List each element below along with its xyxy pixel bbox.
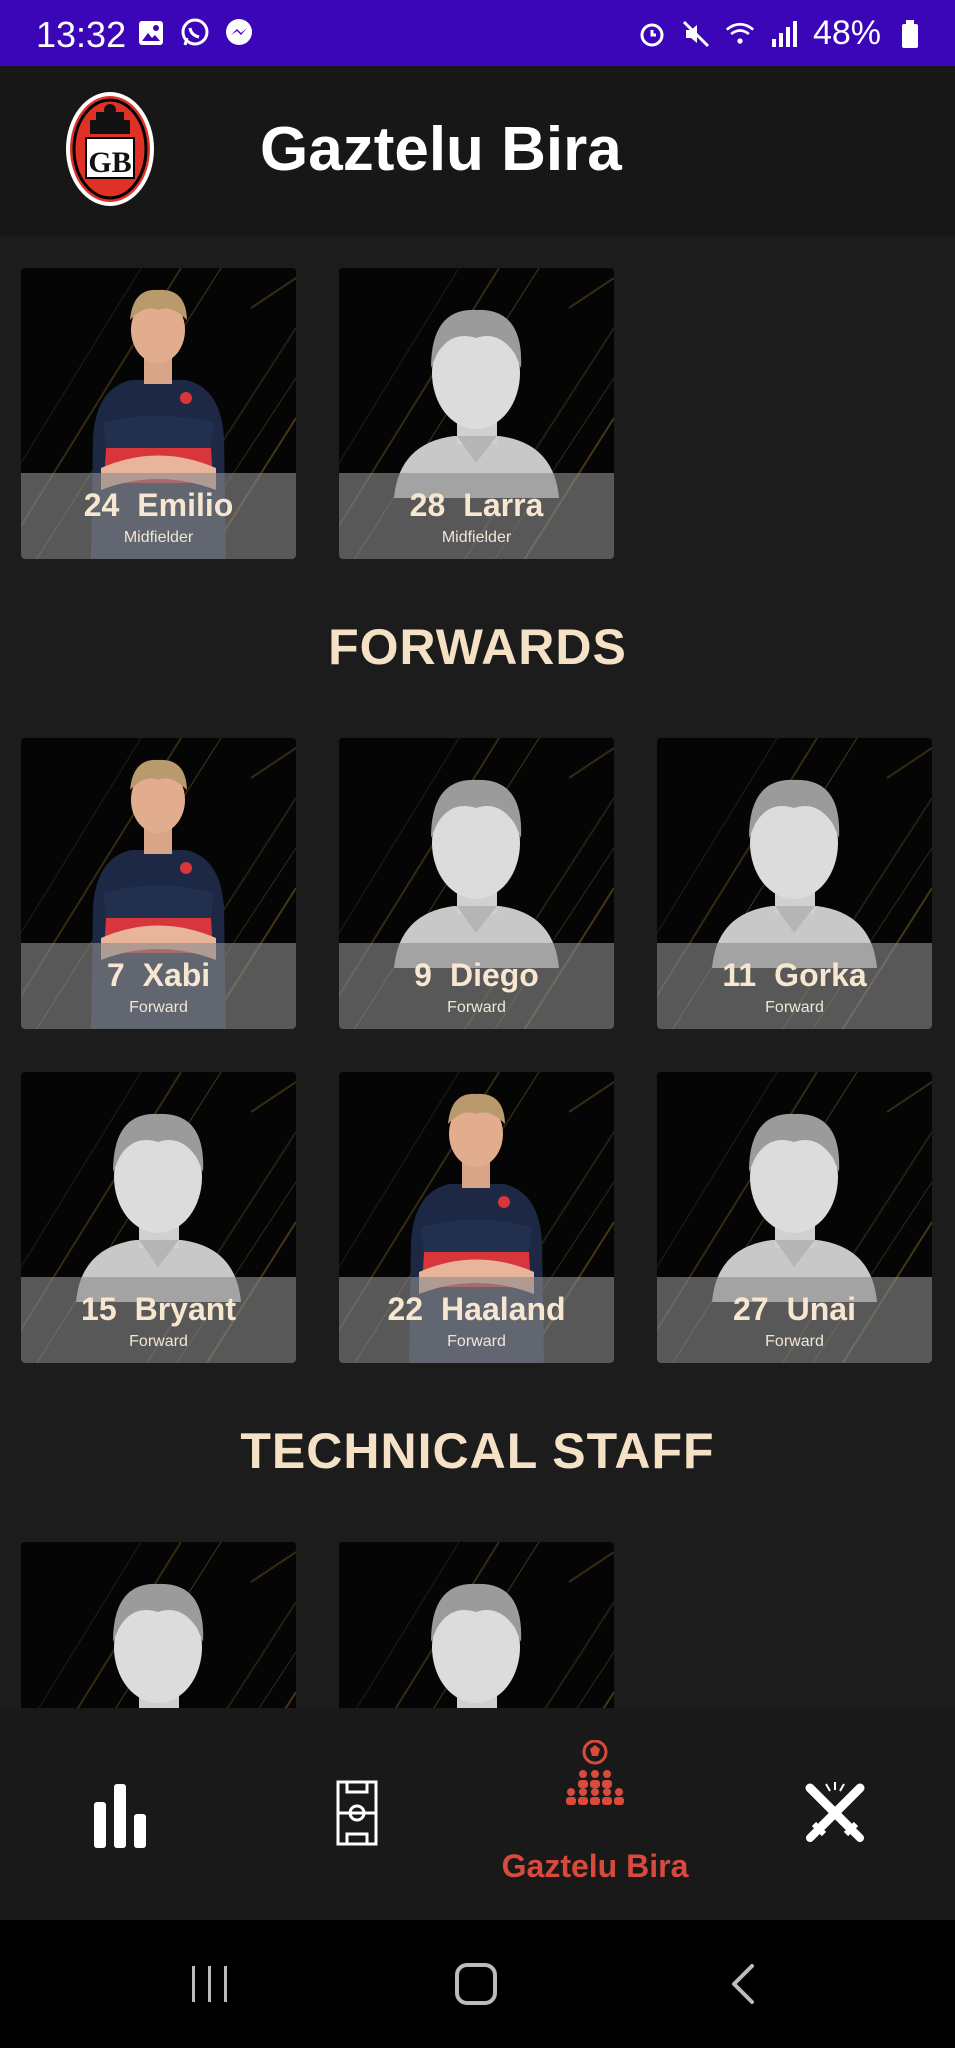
field-icon [336, 1780, 378, 1846]
player-card[interactable]: 28 Larra Midfielder [339, 268, 614, 559]
player-position: Forward [765, 999, 824, 1016]
status-time: 13:32 [36, 14, 127, 55]
home-icon[interactable] [454, 1962, 498, 2006]
player-position: Midfielder [123, 529, 194, 546]
player-position: Forward [129, 999, 188, 1016]
messenger-icon [224, 18, 254, 48]
player-info-bar: 15 Bryant Forward [21, 1277, 296, 1363]
nav-field[interactable] [238, 1708, 476, 1920]
player-position: Forward [129, 1333, 188, 1350]
player-name: Haaland [441, 1291, 566, 1327]
player-number: 9 [414, 957, 432, 993]
app-header: GB Gaztelu Bira [0, 66, 955, 236]
section-title-technical-staff: TECHNICAL STAFF [240, 1423, 715, 1479]
page-title: Gaztelu Bira [260, 115, 622, 184]
bottom-navigation: Gaztelu Bira [0, 1708, 955, 1920]
player-card[interactable]: 9 Diego Forward [339, 738, 614, 1029]
nav-active-label: Gaztelu Bira [501, 1848, 689, 1884]
player-position: Forward [765, 1333, 824, 1350]
player-number: 15 [81, 1291, 117, 1327]
player-name: Bryant [134, 1291, 236, 1327]
player-card[interactable]: 22 Haaland Forward [339, 1072, 614, 1363]
player-number: 28 [409, 487, 446, 523]
player-info-bar: 11 Gorka Forward [657, 943, 932, 1029]
player-info-bar: 9 Diego Forward [339, 943, 614, 1029]
staff-card[interactable] [21, 1542, 296, 1708]
player-name: Diego [449, 957, 539, 993]
status-bar: 13:32 48% [0, 0, 955, 66]
player-number: 22 [387, 1291, 424, 1327]
battery-percent: 48% [812, 14, 881, 52]
player-name: Larra [463, 487, 544, 523]
gallery-icon [136, 18, 166, 48]
player-name: Gorka [774, 957, 867, 993]
mute-icon [681, 19, 711, 49]
player-position: Forward [447, 999, 506, 1016]
nav-matches[interactable] [714, 1708, 952, 1920]
player-info-bar: 28 Larra Midfielder [339, 473, 614, 559]
player-info-bar: 24 Emilio Midfielder [21, 473, 296, 559]
player-name: Unai [786, 1291, 856, 1327]
player-position: Forward [447, 1333, 506, 1350]
recent-apps-icon[interactable] [188, 1962, 232, 2006]
player-card[interactable]: 7 Xabi Forward [21, 738, 296, 1029]
stats-icon [94, 1784, 146, 1848]
player-info-bar: 27 Unai Forward [657, 1277, 932, 1363]
player-name: Xabi [142, 957, 211, 993]
svg-text:GB: GB [88, 146, 131, 179]
team-icon [566, 1740, 624, 1805]
player-card[interactable]: 24 Emilio Midfielder [21, 268, 296, 559]
alarm-icon [637, 19, 667, 49]
player-number: 27 [733, 1291, 769, 1327]
nav-team[interactable]: Gaztelu Bira [476, 1708, 714, 1920]
signal-icon [769, 19, 799, 49]
player-info-bar: 7 Xabi Forward [21, 943, 296, 1029]
wifi-icon [725, 19, 755, 49]
roster-list[interactable]: 24 Emilio Midfielder 28 Larra Midfielder FOR… [0, 236, 955, 1708]
swords-icon [805, 1782, 865, 1842]
placeholder-avatar-icon [113, 1583, 204, 1708]
player-card[interactable]: 11 Gorka Forward [657, 738, 932, 1029]
club-logo: GB [66, 92, 154, 206]
battery-icon [895, 19, 925, 49]
system-navigation [0, 1920, 955, 2048]
player-info-bar: 22 Haaland Forward [339, 1277, 614, 1363]
player-position: Midfielder [441, 529, 512, 546]
player-number: 24 [83, 487, 120, 523]
player-name: Emilio [137, 487, 234, 523]
back-icon[interactable] [728, 1962, 758, 2006]
staff-card[interactable] [339, 1542, 614, 1708]
player-card[interactable]: 15 Bryant Forward [21, 1072, 296, 1363]
nav-stats[interactable] [0, 1708, 238, 1920]
whatsapp-icon [180, 18, 210, 48]
player-card[interactable]: 27 Unai Forward [657, 1072, 932, 1363]
player-number: 7 [106, 957, 125, 993]
placeholder-avatar-icon [431, 1583, 522, 1708]
section-title-forwards: FORWARDS [328, 619, 627, 675]
player-number: 11 [722, 957, 757, 993]
